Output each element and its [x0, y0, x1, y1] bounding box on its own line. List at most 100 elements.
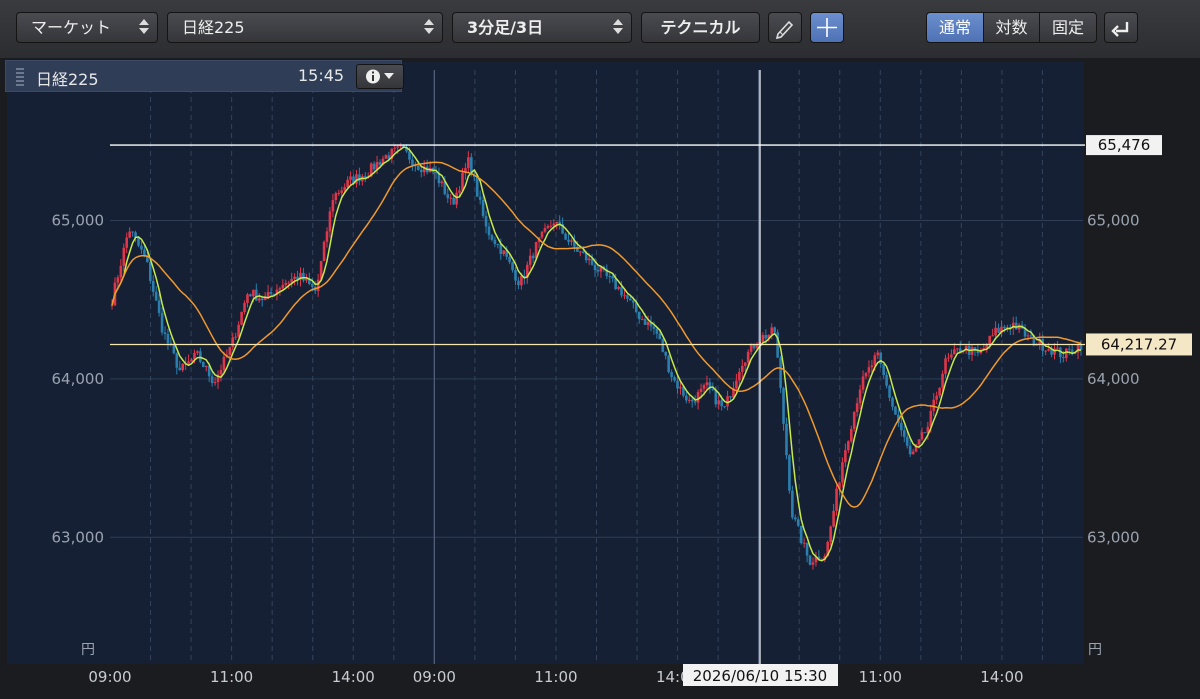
x-axis-labels: 09:00 11:00 14:00 09:00 11:00 14:00 11:00 14:00: [88, 668, 1023, 686]
candle: [514, 266, 517, 286]
candle: [122, 243, 126, 272]
candle: [163, 326, 167, 340]
candle: [938, 387, 941, 399]
candle: [705, 375, 709, 391]
candle: [858, 384, 862, 410]
candle: [257, 293, 261, 303]
candle: [973, 346, 977, 356]
candle: [667, 354, 670, 374]
candle: [355, 169, 358, 188]
candle: [502, 249, 506, 257]
candle: [361, 173, 364, 186]
candle: [296, 270, 299, 286]
candle: [131, 231, 134, 237]
candle: [478, 190, 482, 205]
candle: [1064, 347, 1068, 362]
candle: [128, 227, 131, 239]
candle: [708, 378, 712, 394]
candle: [493, 236, 497, 248]
candle: [661, 338, 665, 353]
candle: [608, 272, 612, 284]
candle: [950, 349, 953, 360]
candle: [558, 215, 561, 230]
y-tick-label: 64,000: [1087, 370, 1140, 388]
candle: [546, 224, 550, 230]
candle: [579, 250, 582, 257]
candle: [175, 352, 179, 375]
candle: [325, 227, 329, 248]
drag-grip-icon[interactable]: [16, 68, 24, 86]
candle: [596, 265, 600, 277]
y-axis-left-labels: 63,000 64,000 65,000: [52, 211, 105, 546]
candle: [1067, 345, 1071, 355]
x-tick-label: 09:00: [88, 668, 131, 686]
chart-grid: [110, 70, 1083, 664]
chart-title-box: 日経225 15:45: [5, 60, 404, 92]
y-axis-right-labels: 63,000 64,000 65,000: [1087, 211, 1140, 546]
candle: [316, 273, 320, 297]
candle: [525, 261, 529, 284]
candle: [832, 503, 835, 528]
candle: [125, 232, 129, 253]
candle: [626, 294, 629, 303]
candle: [490, 233, 494, 242]
candle: [796, 516, 800, 528]
info-dropdown-button[interactable]: [356, 64, 404, 89]
candle: [782, 386, 785, 431]
candle: [841, 457, 844, 488]
candle: [844, 443, 847, 468]
candle: [994, 321, 997, 338]
candle: [1009, 324, 1012, 336]
candle: [876, 349, 880, 360]
svg-text:2026/06/10 15:30: 2026/06/10 15:30: [693, 667, 827, 685]
candle: [160, 307, 164, 336]
price-chart[interactable]: 63,000 64,000 65,000 63,000 64,000 65,000 09…: [0, 0, 1200, 699]
candle: [885, 371, 888, 389]
candle: [349, 171, 352, 186]
chart-symbol-label: 日経225: [36, 70, 99, 89]
candle: [814, 551, 818, 567]
candle: [331, 193, 335, 218]
candle: [358, 167, 361, 186]
candle: [664, 351, 668, 360]
candle: [947, 352, 950, 362]
candle: [864, 372, 868, 379]
candle: [531, 252, 535, 263]
candle: [740, 359, 744, 379]
y-tick-label: 63,000: [52, 528, 105, 546]
candle: [446, 188, 450, 204]
candle: [723, 406, 726, 409]
candle: [293, 273, 296, 286]
candle: [794, 514, 797, 522]
x-tick-label: 11:00: [534, 668, 577, 686]
candle: [202, 361, 205, 368]
candle: [835, 485, 838, 516]
candle: [882, 363, 885, 379]
candle: [290, 272, 293, 288]
info-icon: [366, 69, 394, 84]
candle: [1026, 332, 1030, 341]
candle: [199, 347, 202, 364]
candle: [449, 193, 453, 205]
candle: [640, 315, 644, 321]
candle: [263, 292, 267, 301]
y-tick-label: 65,000: [52, 211, 105, 229]
candle: [829, 525, 832, 546]
candle: [570, 238, 573, 246]
candle: [900, 417, 903, 437]
x-tick-label: 09:00: [413, 668, 456, 686]
candle: [920, 427, 924, 441]
candle: [902, 425, 906, 443]
candle: [852, 410, 856, 432]
crosshair-date-tag: 2026/06/10 15:30: [683, 664, 838, 686]
candle: [437, 167, 441, 188]
candle: [894, 405, 897, 415]
candle: [322, 240, 326, 262]
candle: [166, 328, 170, 350]
candle: [617, 285, 620, 291]
candle: [299, 267, 302, 287]
candle: [808, 554, 812, 566]
candle: [328, 206, 332, 238]
candle: [234, 332, 238, 341]
candle: [670, 369, 673, 382]
